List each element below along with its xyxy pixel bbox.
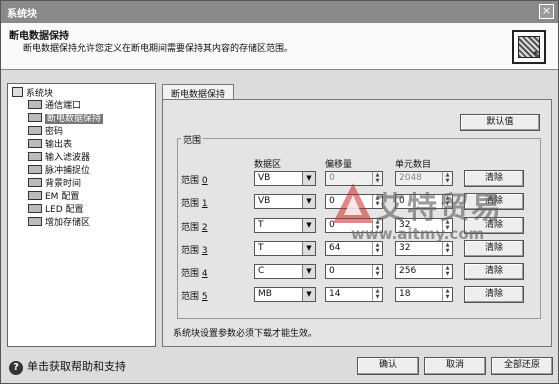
restore-all-button[interactable]: 全部还原 [491, 357, 553, 375]
range-label-3: 范围 3 [181, 246, 208, 256]
tree-item-icon [28, 165, 42, 174]
spinner-arrows-icon[interactable]: ▲ ▼ [442, 265, 452, 278]
area-select-2[interactable]: T ▼ [254, 218, 316, 233]
clear-button-4[interactable]: 清除 [464, 263, 524, 280]
count-input-4[interactable]: 256 ▲ ▼ [395, 264, 453, 279]
clear-button-0[interactable]: 清除 [464, 170, 524, 187]
tree-item-icon [28, 100, 42, 109]
tree-root-system-block[interactable]: 系统块 [12, 87, 53, 100]
clear-button-1[interactable]: 清除 [464, 193, 524, 210]
help-icon: ? [9, 361, 23, 375]
tree-item-icon [28, 152, 42, 161]
chevron-down-icon[interactable]: ▼ [302, 172, 315, 185]
page-header: 断电数据保持 断电数据保持允许您定义在断电期间需要保持其内容的存储区范围。 ↖ [1, 23, 558, 70]
spinner-arrows-icon[interactable]: ▲ ▼ [372, 265, 382, 278]
area-select-4[interactable]: C ▼ [254, 264, 316, 279]
tree-item-em-config[interactable]: EM 配置 [28, 191, 79, 204]
tab-retentive-data[interactable]: 断电数据保持 [162, 84, 235, 100]
area-select-5[interactable]: MB ▼ [254, 287, 316, 302]
count-input-0[interactable]: 2048 ▲ ▼ [395, 171, 453, 186]
range-label-1: 范围 1 [181, 199, 208, 209]
tree-item-icon [28, 217, 42, 226]
spinner-arrows-icon[interactable]: ▲ ▼ [372, 288, 382, 301]
tree-item-icon [28, 191, 42, 200]
offset-input-0[interactable]: 0 ▲ ▼ [325, 171, 383, 186]
page-title: 断电数据保持 [9, 31, 69, 42]
area-select-1[interactable]: VB ▼ [254, 194, 316, 209]
tree-item-background-time[interactable]: 背景时间 [28, 178, 81, 191]
chevron-down-icon[interactable]: ▼ [302, 195, 315, 208]
spinner-arrows-icon[interactable]: ▲ ▼ [442, 242, 452, 255]
tree-item-icon [28, 126, 42, 135]
clear-button-5[interactable]: 清除 [464, 286, 524, 303]
spinner-arrows-icon[interactable]: ▲ ▼ [372, 195, 382, 208]
system-block-icon [12, 87, 23, 97]
title-bar: 系统块 × [1, 1, 558, 23]
ok-button[interactable]: 确认 [357, 357, 419, 375]
tree-item-icon [28, 113, 42, 122]
tree-item-retentive-data[interactable]: 断电数据保持 [28, 113, 104, 126]
memory-chip-icon: ↖ [512, 30, 546, 64]
range-label-2: 范围 2 [181, 223, 208, 233]
area-select-3[interactable]: T ▼ [254, 241, 316, 256]
tree-item-icon [28, 178, 42, 187]
area-select-0[interactable]: VB ▼ [254, 171, 316, 186]
tree-item-icon [28, 204, 42, 213]
offset-input-2[interactable]: 0 ▲ ▼ [325, 218, 383, 233]
download-note: 系统块设置参数必须下载才能生效。 [173, 329, 318, 339]
chevron-down-icon[interactable]: ▼ [302, 242, 315, 255]
clear-button-2[interactable]: 清除 [464, 217, 524, 234]
spinner-arrows-icon[interactable]: ▲ ▼ [442, 195, 452, 208]
tab-strip: 断电数据保持 [162, 84, 552, 100]
cancel-button[interactable]: 取消 [424, 357, 486, 375]
window-title: 系统块 [7, 9, 37, 20]
tree-item-comm-port[interactable]: 通信端口 [28, 100, 81, 113]
help-link[interactable]: ? 单击获取帮助和支持 [9, 358, 126, 375]
column-header-offset: 偏移量 [325, 160, 353, 170]
close-button[interactable]: × [539, 4, 554, 19]
chevron-down-icon[interactable]: ▼ [302, 219, 315, 232]
spinner-arrows-icon[interactable]: ▲ ▼ [442, 172, 452, 185]
system-block-window: 系统块 × 断电数据保持 断电数据保持允许您定义在断电期间需要保持其内容的存储区… [0, 0, 559, 384]
tree-item-led-config[interactable]: LED 配置 [28, 204, 84, 217]
help-text: 单击获取帮助和支持 [27, 360, 126, 373]
range-label-4: 范围 4 [181, 269, 208, 279]
spinner-arrows-icon[interactable]: ▲ ▼ [442, 288, 452, 301]
tree-item-icon [28, 139, 42, 148]
range-group-legend: 范围 [181, 133, 204, 146]
spinner-arrows-icon[interactable]: ▲ ▼ [372, 219, 382, 232]
chevron-down-icon[interactable]: ▼ [302, 288, 315, 301]
offset-input-3[interactable]: 64 ▲ ▼ [325, 241, 383, 256]
count-input-1[interactable]: 0 ▲ ▼ [395, 194, 453, 209]
count-input-3[interactable]: 32 ▲ ▼ [395, 241, 453, 256]
page-description: 断电数据保持允许您定义在断电期间需要保持其内容的存储区范围。 [23, 44, 294, 54]
chevron-down-icon[interactable]: ▼ [302, 265, 315, 278]
tree-item-input-filter[interactable]: 输入滤波器 [28, 152, 90, 165]
count-input-5[interactable]: 18 ▲ ▼ [395, 287, 453, 302]
offset-input-4[interactable]: 0 ▲ ▼ [325, 264, 383, 279]
tree-item-pulse-catch[interactable]: 脉冲捕捉位 [28, 165, 90, 178]
range-label-0: 范围 0 [181, 176, 208, 186]
default-button[interactable]: 默认值 [460, 114, 540, 131]
clear-button-3[interactable]: 清除 [464, 240, 524, 257]
settings-tree: 系统块 通信端口 断电数据保持 密码 输出表 输入滤波器 脉冲捕捉位 背景时间 … [7, 83, 156, 347]
tree-item-add-memory[interactable]: 增加存储区 [28, 217, 90, 230]
offset-input-5[interactable]: 14 ▲ ▼ [325, 287, 383, 302]
spinner-arrows-icon[interactable]: ▲ ▼ [372, 172, 382, 185]
spinner-arrows-icon[interactable]: ▲ ▼ [442, 219, 452, 232]
offset-input-1[interactable]: 0 ▲ ▼ [325, 194, 383, 209]
range-label-5: 范围 5 [181, 292, 208, 302]
column-header-area: 数据区 [254, 160, 282, 170]
spinner-arrows-icon[interactable]: ▲ ▼ [372, 242, 382, 255]
count-input-2[interactable]: 32 ▲ ▼ [395, 218, 453, 233]
tree-item-output-table[interactable]: 输出表 [28, 139, 72, 152]
column-header-count: 单元数目 [395, 160, 432, 170]
tree-item-password[interactable]: 密码 [28, 126, 63, 139]
